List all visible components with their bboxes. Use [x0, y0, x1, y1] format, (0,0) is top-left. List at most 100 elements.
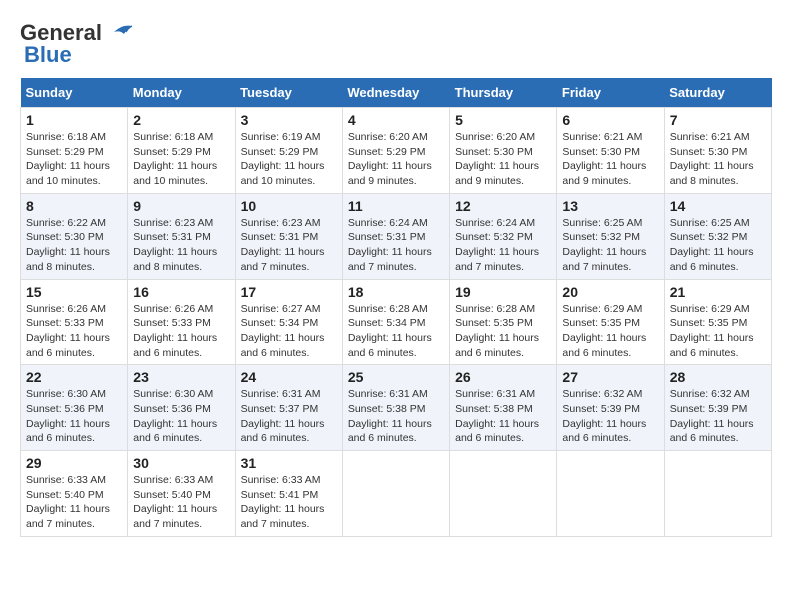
day-info: Sunrise: 6:23 AMSunset: 5:31 PMDaylight:…: [241, 216, 337, 275]
day-number: 3: [241, 112, 337, 128]
calendar-cell: 29 Sunrise: 6:33 AMSunset: 5:40 PMDayligh…: [21, 451, 128, 537]
day-info: Sunrise: 6:31 AMSunset: 5:37 PMDaylight:…: [241, 387, 337, 446]
day-info: Sunrise: 6:24 AMSunset: 5:31 PMDaylight:…: [348, 216, 444, 275]
day-info: Sunrise: 6:26 AMSunset: 5:33 PMDaylight:…: [133, 302, 229, 361]
calendar-cell: 16 Sunrise: 6:26 AMSunset: 5:33 PMDayligh…: [128, 279, 235, 365]
day-info: Sunrise: 6:32 AMSunset: 5:39 PMDaylight:…: [670, 387, 766, 446]
day-info: Sunrise: 6:19 AMSunset: 5:29 PMDaylight:…: [241, 130, 337, 189]
day-number: 29: [26, 455, 122, 471]
day-info: Sunrise: 6:30 AMSunset: 5:36 PMDaylight:…: [133, 387, 229, 446]
day-number: 1: [26, 112, 122, 128]
day-info: Sunrise: 6:25 AMSunset: 5:32 PMDaylight:…: [562, 216, 658, 275]
calendar-cell: 21Sunrise: 6:29 AMSunset: 5:35 PMDayligh…: [664, 279, 771, 365]
day-info: Sunrise: 6:28 AMSunset: 5:34 PMDaylight:…: [348, 302, 444, 361]
calendar-cell: 27 Sunrise: 6:32 AMSunset: 5:39 PMDayligh…: [557, 365, 664, 451]
calendar-cell: 18 Sunrise: 6:28 AMSunset: 5:34 PMDayligh…: [342, 279, 449, 365]
calendar-cell: 24Sunrise: 6:31 AMSunset: 5:37 PMDayligh…: [235, 365, 342, 451]
calendar-cell: 26 Sunrise: 6:31 AMSunset: 5:38 PMDayligh…: [450, 365, 557, 451]
calendar-cell: 17Sunrise: 6:27 AMSunset: 5:34 PMDayligh…: [235, 279, 342, 365]
weekday-header: Wednesday: [342, 78, 449, 108]
day-info: Sunrise: 6:20 AMSunset: 5:29 PMDaylight:…: [348, 130, 444, 189]
weekday-header: Thursday: [450, 78, 557, 108]
calendar-cell: [557, 451, 664, 537]
weekday-header: Saturday: [664, 78, 771, 108]
calendar-cell: 31 Sunrise: 6:33 AMSunset: 5:41 PMDayligh…: [235, 451, 342, 537]
calendar-cell: 7Sunrise: 6:21 AMSunset: 5:30 PMDaylight…: [664, 108, 771, 194]
calendar-cell: 8 Sunrise: 6:22 AMSunset: 5:30 PMDaylight…: [21, 193, 128, 279]
calendar-week-row: 29 Sunrise: 6:33 AMSunset: 5:40 PMDayligh…: [21, 451, 772, 537]
logo-blue: Blue: [24, 42, 72, 68]
calendar-cell: 14 Sunrise: 6:25 AMSunset: 5:32 PMDayligh…: [664, 193, 771, 279]
weekday-header: Tuesday: [235, 78, 342, 108]
day-number: 11: [348, 198, 444, 214]
calendar-cell: 22 Sunrise: 6:30 AMSunset: 5:36 PMDayligh…: [21, 365, 128, 451]
logo: General Blue: [20, 20, 134, 68]
calendar-cell: [664, 451, 771, 537]
calendar-cell: [342, 451, 449, 537]
day-info: Sunrise: 6:29 AMSunset: 5:35 PMDaylight:…: [670, 302, 766, 361]
day-info: Sunrise: 6:26 AMSunset: 5:33 PMDaylight:…: [26, 302, 122, 361]
day-number: 26: [455, 369, 551, 385]
calendar-cell: 19 Sunrise: 6:28 AMSunset: 5:35 PMDayligh…: [450, 279, 557, 365]
weekday-header: Friday: [557, 78, 664, 108]
day-info: Sunrise: 6:28 AMSunset: 5:35 PMDaylight:…: [455, 302, 551, 361]
day-number: 8: [26, 198, 122, 214]
day-number: 10: [241, 198, 337, 214]
day-info: Sunrise: 6:25 AMSunset: 5:32 PMDaylight:…: [670, 216, 766, 275]
day-number: 20: [562, 284, 658, 300]
day-info: Sunrise: 6:22 AMSunset: 5:30 PMDaylight:…: [26, 216, 122, 275]
calendar-cell: 20 Sunrise: 6:29 AMSunset: 5:35 PMDayligh…: [557, 279, 664, 365]
day-number: 19: [455, 284, 551, 300]
calendar-header-row: SundayMondayTuesdayWednesdayThursdayFrid…: [21, 78, 772, 108]
day-number: 30: [133, 455, 229, 471]
weekday-header: Monday: [128, 78, 235, 108]
day-number: 31: [241, 455, 337, 471]
calendar-cell: 10 Sunrise: 6:23 AMSunset: 5:31 PMDayligh…: [235, 193, 342, 279]
calendar-cell: 11 Sunrise: 6:24 AMSunset: 5:31 PMDayligh…: [342, 193, 449, 279]
calendar-cell: 25Sunrise: 6:31 AMSunset: 5:38 PMDayligh…: [342, 365, 449, 451]
calendar-cell: 1 Sunrise: 6:18 AMSunset: 5:29 PMDaylight…: [21, 108, 128, 194]
logo-bird-icon: [104, 22, 134, 44]
calendar-week-row: 22 Sunrise: 6:30 AMSunset: 5:36 PMDayligh…: [21, 365, 772, 451]
calendar-week-row: 8 Sunrise: 6:22 AMSunset: 5:30 PMDaylight…: [21, 193, 772, 279]
day-number: 9: [133, 198, 229, 214]
day-info: Sunrise: 6:30 AMSunset: 5:36 PMDaylight:…: [26, 387, 122, 446]
day-info: Sunrise: 6:33 AMSunset: 5:40 PMDaylight:…: [26, 473, 122, 532]
calendar-week-row: 1 Sunrise: 6:18 AMSunset: 5:29 PMDaylight…: [21, 108, 772, 194]
day-info: Sunrise: 6:18 AMSunset: 5:29 PMDaylight:…: [26, 130, 122, 189]
header: General Blue: [20, 20, 772, 68]
calendar-cell: 4 Sunrise: 6:20 AMSunset: 5:29 PMDaylight…: [342, 108, 449, 194]
calendar-cell: 15Sunrise: 6:26 AMSunset: 5:33 PMDayligh…: [21, 279, 128, 365]
day-number: 18: [348, 284, 444, 300]
day-info: Sunrise: 6:33 AMSunset: 5:40 PMDaylight:…: [133, 473, 229, 532]
day-number: 28: [670, 369, 766, 385]
calendar-cell: 12 Sunrise: 6:24 AMSunset: 5:32 PMDayligh…: [450, 193, 557, 279]
day-info: Sunrise: 6:24 AMSunset: 5:32 PMDaylight:…: [455, 216, 551, 275]
calendar-cell: 30 Sunrise: 6:33 AMSunset: 5:40 PMDayligh…: [128, 451, 235, 537]
day-number: 4: [348, 112, 444, 128]
day-info: Sunrise: 6:33 AMSunset: 5:41 PMDaylight:…: [241, 473, 337, 532]
day-number: 27: [562, 369, 658, 385]
day-number: 22: [26, 369, 122, 385]
day-info: Sunrise: 6:32 AMSunset: 5:39 PMDaylight:…: [562, 387, 658, 446]
calendar-cell: 6Sunrise: 6:21 AMSunset: 5:30 PMDaylight…: [557, 108, 664, 194]
calendar-body: 1 Sunrise: 6:18 AMSunset: 5:29 PMDaylight…: [21, 108, 772, 537]
day-number: 2: [133, 112, 229, 128]
calendar-cell: 2 Sunrise: 6:18 AMSunset: 5:29 PMDaylight…: [128, 108, 235, 194]
day-number: 12: [455, 198, 551, 214]
calendar-table: SundayMondayTuesdayWednesdayThursdayFrid…: [20, 78, 772, 537]
day-info: Sunrise: 6:29 AMSunset: 5:35 PMDaylight:…: [562, 302, 658, 361]
day-info: Sunrise: 6:21 AMSunset: 5:30 PMDaylight:…: [562, 130, 658, 189]
day-info: Sunrise: 6:18 AMSunset: 5:29 PMDaylight:…: [133, 130, 229, 189]
calendar-cell: 9Sunrise: 6:23 AMSunset: 5:31 PMDaylight…: [128, 193, 235, 279]
day-number: 25: [348, 369, 444, 385]
day-number: 14: [670, 198, 766, 214]
day-info: Sunrise: 6:27 AMSunset: 5:34 PMDaylight:…: [241, 302, 337, 361]
calendar-cell: 5Sunrise: 6:20 AMSunset: 5:30 PMDaylight…: [450, 108, 557, 194]
day-info: Sunrise: 6:31 AMSunset: 5:38 PMDaylight:…: [455, 387, 551, 446]
day-number: 7: [670, 112, 766, 128]
day-number: 13: [562, 198, 658, 214]
day-number: 16: [133, 284, 229, 300]
calendar-cell: 13 Sunrise: 6:25 AMSunset: 5:32 PMDayligh…: [557, 193, 664, 279]
weekday-header: Sunday: [21, 78, 128, 108]
